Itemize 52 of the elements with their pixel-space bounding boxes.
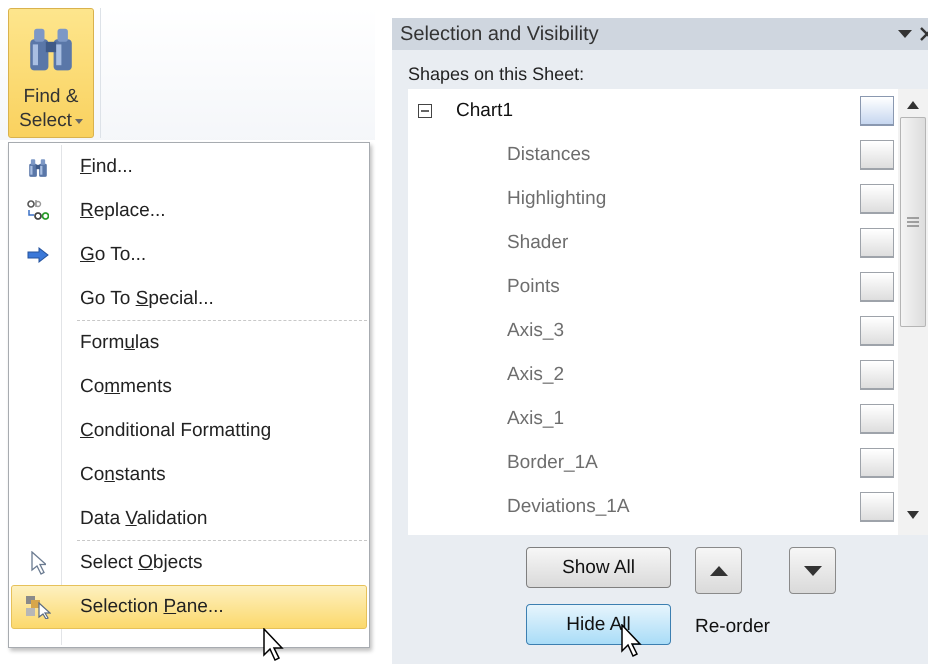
close-icon[interactable] [920, 27, 928, 41]
find-select-button[interactable]: Find & Select [8, 8, 94, 138]
tree-item[interactable]: Border_1A [507, 452, 598, 474]
tree-item[interactable]: Highlighting [507, 188, 606, 210]
tree-item[interactable]: Axis_2 [507, 364, 564, 386]
list-label: Shapes on this Sheet: [407, 63, 586, 86]
pointer-icon [30, 551, 46, 575]
menu-item[interactable]: Go To... [11, 233, 367, 277]
reorder-label: Re-order [695, 615, 771, 638]
scroll-up-icon[interactable] [907, 101, 919, 109]
visibility-toggle[interactable] [860, 184, 894, 214]
tree-item[interactable]: Axis_3 [507, 320, 564, 342]
menu-item[interactable]: Select Objects [11, 541, 367, 585]
visibility-toggle[interactable] [860, 272, 894, 302]
tree-item[interactable]: Chart1 [456, 100, 514, 122]
pane-title: Selection and Visibility [400, 22, 600, 46]
arrow-right-icon [27, 247, 49, 263]
menu-item[interactable]: Find... [11, 145, 367, 189]
visibility-toggle[interactable] [860, 492, 894, 522]
selection-pane-icon [25, 595, 51, 619]
caret-icon [74, 118, 83, 124]
triangle-up-icon [710, 566, 728, 576]
menu-item[interactable]: Go To Special... [11, 277, 367, 321]
tree-item[interactable]: Shader [507, 232, 568, 254]
menu-item[interactable]: Data Validation [11, 497, 367, 541]
visibility-toggle[interactable] [860, 96, 894, 126]
move-down-button[interactable] [789, 547, 836, 594]
show-all-button[interactable]: Show All [526, 547, 671, 588]
menu-item[interactable]: Constants [11, 453, 367, 497]
move-up-button[interactable] [695, 547, 742, 594]
visibility-toggle[interactable] [860, 140, 894, 170]
replace-icon [27, 199, 49, 223]
grip-icon [907, 217, 919, 227]
tree-item[interactable]: Axis_1 [507, 408, 564, 430]
visibility-toggle[interactable] [860, 360, 894, 390]
visibility-toggle[interactable] [860, 316, 894, 346]
tree-item[interactable]: Points [507, 276, 560, 298]
visibility-toggle[interactable] [860, 404, 894, 434]
menu-item[interactable]: Replace... [11, 189, 367, 233]
visibility-toggle[interactable] [860, 448, 894, 478]
visibility-toggle[interactable] [860, 228, 894, 258]
collapse-icon[interactable] [418, 104, 432, 118]
scroll-down-icon[interactable] [907, 511, 919, 519]
menu-item[interactable]: Comments [11, 365, 367, 409]
menu-item[interactable]: Conditional Formatting [11, 409, 367, 453]
triangle-down-icon [804, 566, 822, 576]
tree-item[interactable]: Distances [507, 144, 590, 166]
dropdown-icon[interactable] [898, 30, 912, 38]
tree-item[interactable]: Deviations_1A [507, 496, 630, 518]
scrollbar[interactable] [898, 89, 928, 535]
menu-item[interactable]: Formulas [11, 321, 367, 365]
menu-item[interactable]: Selection Pane... [11, 585, 367, 629]
